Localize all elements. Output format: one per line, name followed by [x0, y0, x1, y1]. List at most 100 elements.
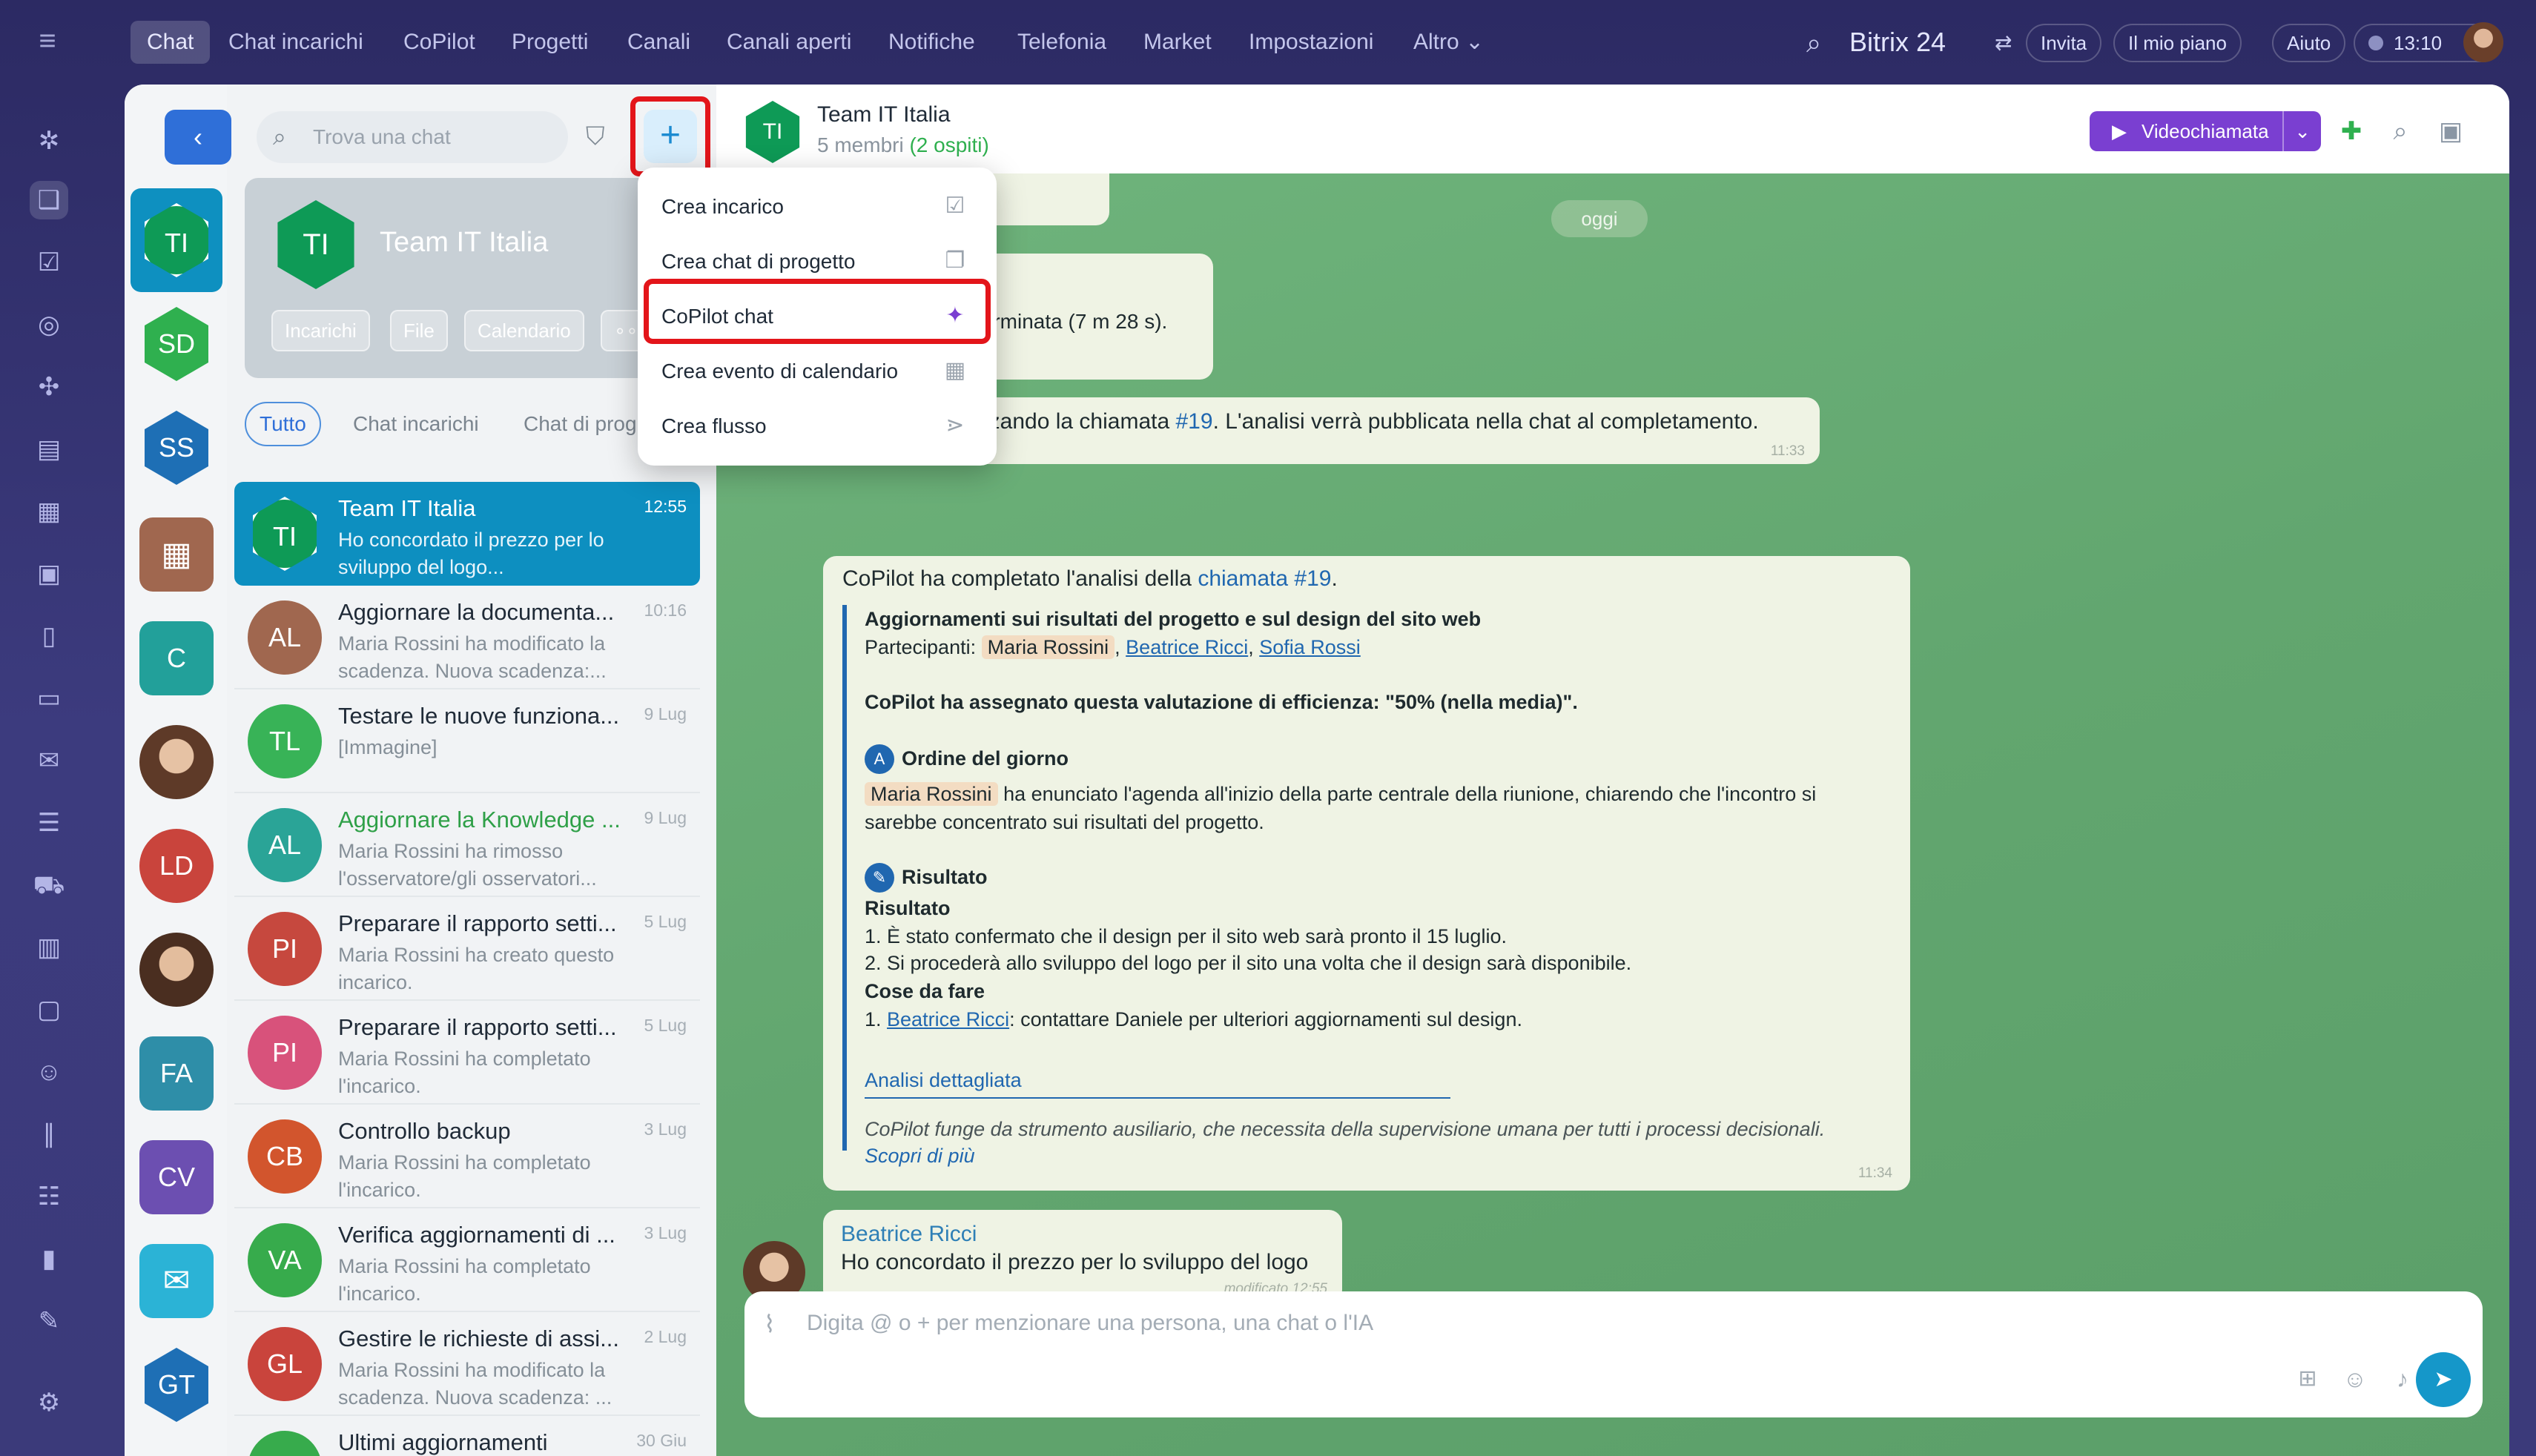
strip-avatar-sd[interactable]: SD: [145, 307, 208, 381]
card-chip-incarichi[interactable]: Incarichi: [271, 310, 370, 351]
nav-tab-notifiche[interactable]: Notifiche: [872, 21, 991, 64]
search-icon[interactable]: ⌕: [2383, 114, 2417, 148]
filter-icon[interactable]: ☰: [30, 804, 68, 842]
my-plan-button[interactable]: Il mio piano: [2113, 24, 2242, 62]
grid-icon[interactable]: ✲: [30, 122, 68, 160]
detailed-analysis-link[interactable]: Analisi dettagliata: [865, 1069, 1022, 1092]
mention-beatrice-ricci-2[interactable]: Beatrice Ricci: [887, 1008, 1009, 1030]
chat-list-item[interactable]: TI Team IT Italia 12:55 Ho concordato il pr…: [234, 482, 700, 586]
user-avatar[interactable]: [2463, 22, 2503, 62]
filter-icon[interactable]: ⛉: [586, 122, 615, 151]
nav-tab-chat[interactable]: Chat: [131, 21, 211, 64]
chevron-down-icon[interactable]: ⌄: [2282, 111, 2311, 151]
add-member-icon[interactable]: ✚: [2334, 114, 2368, 148]
chat-list-item[interactable]: CB Controllo backup 3 Lug Maria Rossini ha …: [234, 1105, 700, 1208]
attach-icon[interactable]: ⌇: [764, 1311, 790, 1337]
chat-list-item[interactable]: AL Aggiornare la documenta... 10:16 Maria R…: [234, 586, 700, 689]
strip-avatar-gt[interactable]: GT: [145, 1348, 208, 1422]
menu-icon[interactable]: ≡: [33, 26, 62, 56]
chat-list-item[interactable]: AL Aggiornare la Knowledge ... 9 Lug Maria …: [234, 793, 700, 897]
nav-tab-altro[interactable]: Altro ⌄: [1397, 21, 1500, 64]
app-rail: ✲ ❑ ☑ ◎ ✣ ▤ ▦ ▣ ▯ ▭ ✉ ☰ ⛟ ▥ ▢ ☺ ∥ ☷ ▮ ✎ …: [0, 85, 96, 1456]
menu-item-crea-flusso[interactable]: Crea flusso ⋗: [638, 399, 997, 454]
chat-list-item[interactable]: GL Gestire le richieste di assi... 2 Lug Ma…: [234, 1312, 700, 1416]
nav-tab-progetti[interactable]: Progetti: [495, 21, 604, 64]
strip-avatar-photo[interactable]: [139, 725, 214, 799]
mention-beatrice-ricci[interactable]: Beatrice Ricci: [1126, 636, 1248, 658]
card-chip-calendario[interactable]: Calendario: [464, 310, 584, 351]
library-icon[interactable]: ∥: [30, 1115, 68, 1154]
help-button[interactable]: Aiuto: [2272, 24, 2346, 62]
emoji-icon[interactable]: ☺: [2340, 1364, 2370, 1394]
copilot-icon[interactable]: ◎: [30, 305, 68, 344]
approval-icon[interactable]: ✎: [30, 1302, 68, 1340]
microphone-icon[interactable]: ♪: [2388, 1364, 2417, 1394]
strip-avatar-photo-2[interactable]: [139, 933, 214, 1007]
strip-avatar-ld[interactable]: LD: [139, 829, 214, 903]
call-19-link[interactable]: chiamata #19: [1198, 566, 1331, 591]
nav-tab-market[interactable]: Market: [1127, 21, 1228, 64]
tasks-list-icon[interactable]: ☷: [30, 1177, 68, 1216]
send-button[interactable]: ➤: [2416, 1352, 2471, 1407]
chat-icon[interactable]: ❑: [30, 181, 68, 219]
sidebar-toggle-icon[interactable]: ▣: [2434, 114, 2468, 148]
mail-icon[interactable]: ✉: [30, 741, 68, 780]
settings-icon[interactable]: ⚙: [30, 1383, 68, 1422]
apps-icon[interactable]: ⊞: [2293, 1364, 2322, 1394]
strip-avatar-fa[interactable]: FA: [139, 1036, 214, 1111]
header-title[interactable]: Team IT Italia: [817, 102, 951, 128]
menu-item-crea-incarico[interactable]: Crea incarico ☑: [638, 179, 997, 234]
call-link[interactable]: #19: [1176, 409, 1213, 434]
filter-tab-tutto[interactable]: Tutto: [245, 402, 321, 446]
filter-tab-chat-incarichi[interactable]: Chat incarichi: [338, 402, 494, 446]
calendar-icon[interactable]: ▦: [30, 492, 68, 531]
learn-more-link[interactable]: Scopri di più: [865, 1145, 975, 1168]
invite-button[interactable]: Invita: [2026, 24, 2102, 62]
search-icon[interactable]: ⌕: [1806, 27, 1836, 59]
contact-center-icon[interactable]: ▣: [30, 555, 68, 593]
mention-sofia-rossi[interactable]: Sofia Rossi: [1259, 636, 1361, 658]
message-composer[interactable]: ⌇ Digita @ o + per menzionare una person…: [744, 1291, 2483, 1417]
mention-maria-rossini-2[interactable]: Maria Rossini: [865, 782, 998, 806]
chat-list-item[interactable]: TL Testare le nuove funziona... 9 Lug [Imma…: [234, 689, 700, 793]
composer-input[interactable]: Digita @ o + per menzionare una persona,…: [807, 1311, 1373, 1336]
header-avatar[interactable]: TI: [745, 101, 800, 163]
robot-icon[interactable]: ☺: [30, 1053, 68, 1091]
tasks-icon[interactable]: ☑: [30, 243, 68, 282]
docs-icon[interactable]: ▤: [30, 430, 68, 469]
search-input[interactable]: Trova una chat: [257, 111, 568, 163]
inventory-icon[interactable]: ▥: [30, 928, 68, 967]
chat-list-item[interactable]: VA Verifica aggiornamenti di ... 3 Lug Mari…: [234, 1208, 700, 1312]
strip-avatar-c[interactable]: C: [139, 621, 214, 695]
analytics-icon[interactable]: ▮: [30, 1240, 68, 1278]
header-members[interactable]: 5 membri (2 ospiti): [817, 133, 989, 157]
chat-list-item[interactable]: Ultimi aggiornamenti 30 Giu: [234, 1416, 700, 1456]
files-icon[interactable]: ▯: [30, 617, 68, 655]
nav-tab-canali[interactable]: Canali: [611, 21, 707, 64]
plus-button[interactable]: +: [644, 110, 697, 163]
strip-avatar-ss[interactable]: SS: [145, 411, 208, 485]
strip-calendar-icon[interactable]: ▦: [139, 517, 214, 592]
filter-tab-chat-progetto[interactable]: Chat di prog: [509, 402, 652, 446]
members-count: 5 membri: [817, 133, 904, 156]
chat-list-item[interactable]: PI Preparare il rapporto setti... 5 Lug Mar…: [234, 897, 700, 1001]
nav-tab-chat-incarichi[interactable]: Chat incarichi: [212, 21, 380, 64]
nav-tab-telefonia[interactable]: Telefonia: [1001, 21, 1123, 64]
card-chip-file[interactable]: File: [390, 310, 448, 351]
message-author[interactable]: Beatrice Ricci: [841, 1222, 977, 1247]
nav-tab-copilot[interactable]: CoPilot: [387, 21, 492, 64]
video-call-button[interactable]: ▶ Videochiamata ⌄: [2090, 111, 2321, 151]
mention-maria-rossini[interactable]: Maria Rossini: [981, 635, 1115, 659]
nav-tab-impostazioni[interactable]: Impostazioni: [1232, 21, 1390, 64]
shop-icon[interactable]: ⛟: [30, 866, 68, 904]
menu-item-crea-evento-di-calendario[interactable]: Crea evento di calendario ▦: [638, 344, 997, 399]
drive-icon[interactable]: ▭: [30, 679, 68, 718]
back-button[interactable]: ‹: [165, 110, 231, 165]
strip-chat-icon[interactable]: ✉: [139, 1244, 214, 1318]
nav-tab-canali-aperti[interactable]: Canali aperti: [710, 21, 868, 64]
crm-icon[interactable]: ✣: [30, 368, 68, 406]
chat-list-item[interactable]: PI Preparare il rapporto setti... 5 Lug Mar…: [234, 1001, 700, 1105]
sites-icon[interactable]: ▢: [30, 990, 68, 1029]
strip-avatar-cv[interactable]: CV: [139, 1140, 214, 1214]
chat-item-time: 3 Lug: [644, 1223, 687, 1242]
